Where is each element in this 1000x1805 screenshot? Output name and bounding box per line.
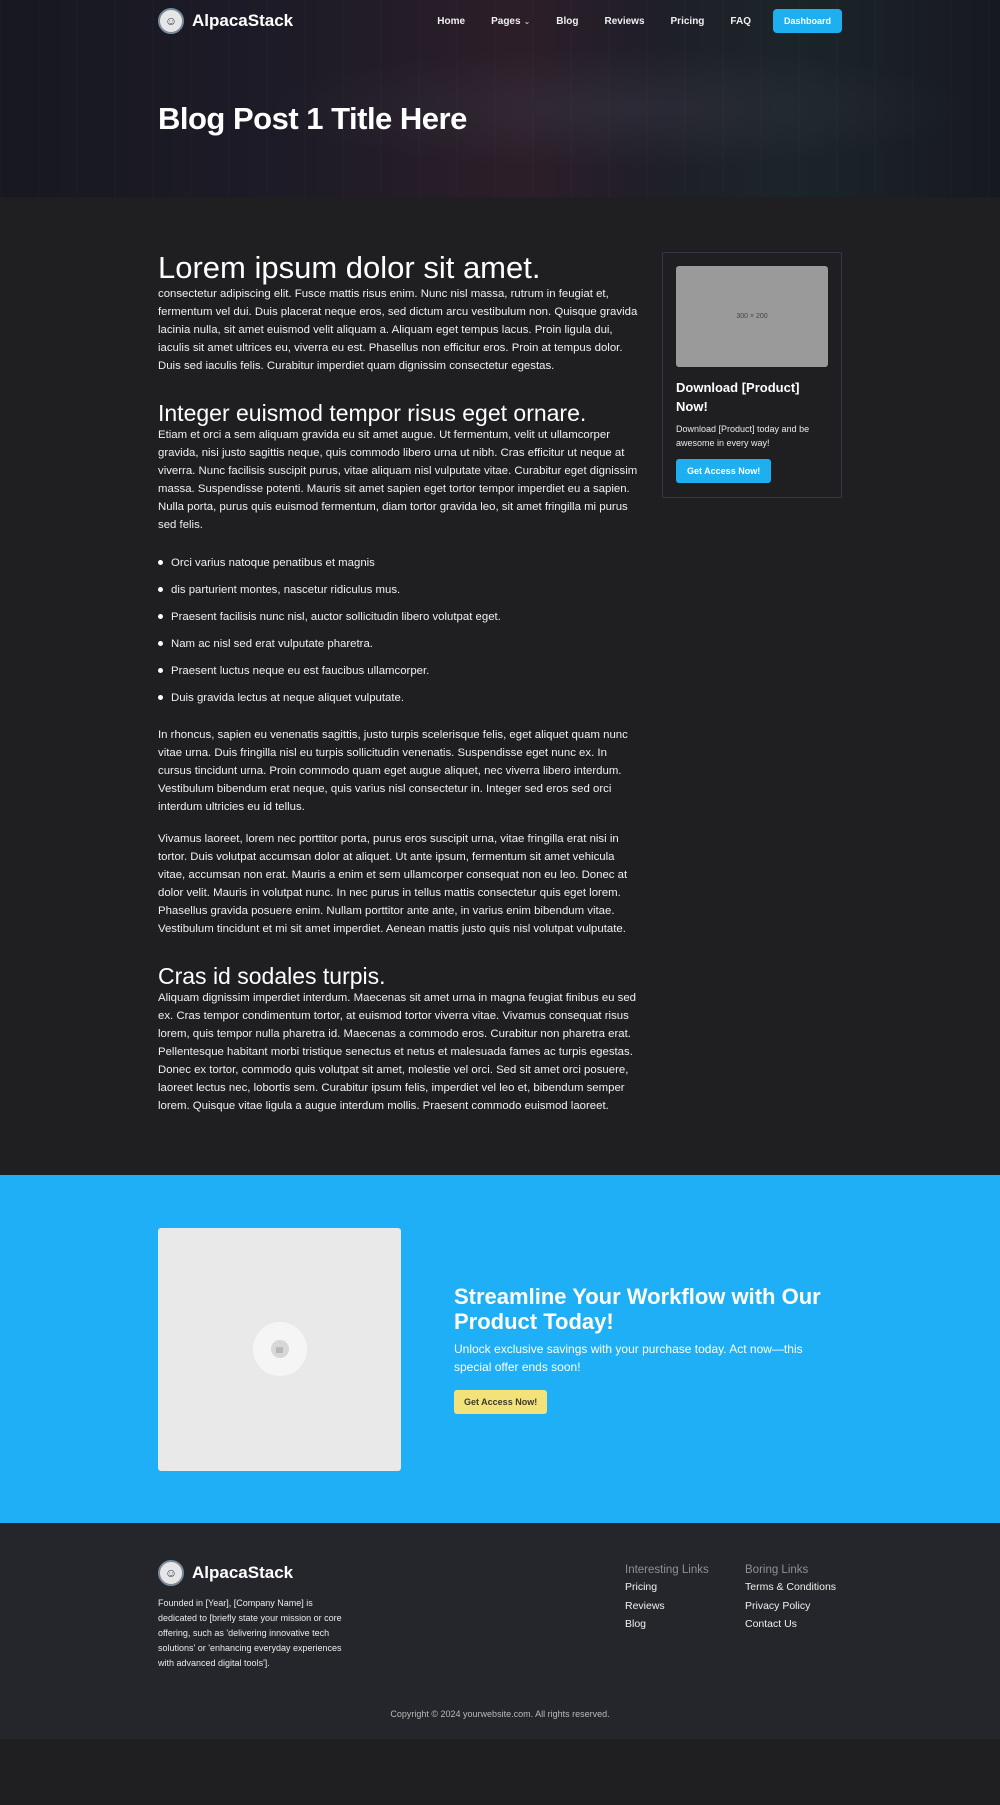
- promo-get-access-button[interactable]: Get Access Now!: [676, 459, 772, 483]
- brand-logo-link[interactable]: ☺ AlpacaStack: [158, 8, 293, 34]
- list-item: Duis gravida lectus at neque aliquet vul…: [158, 689, 640, 716]
- image-icon: ▤: [270, 1340, 289, 1359]
- list-item: Nam ac nisl sed erat vulputate pharetra.: [158, 635, 640, 662]
- footer-link-terms[interactable]: Terms & Conditions: [745, 1581, 842, 1595]
- nav-link-blog[interactable]: Blog: [543, 16, 591, 27]
- article-body: Lorem ipsum dolor sit amet. consectetur …: [158, 250, 640, 1115]
- footer-brand-name: AlpacaStack: [192, 1563, 294, 1583]
- nav-links: Home Pages ⌄ Blog Reviews Pricing FAQ Da…: [424, 9, 842, 33]
- article-paragraph: Etiam et orci a sem aliquam gravida eu s…: [158, 428, 638, 531]
- footer-column-interesting: Interesting Links Pricing Reviews Blog: [625, 1560, 718, 1671]
- cta-get-access-button[interactable]: Get Access Now!: [454, 1390, 548, 1415]
- nav-link-home[interactable]: Home: [424, 16, 478, 27]
- nav-link-faq[interactable]: FAQ: [717, 16, 764, 27]
- article-paragraph: Vivamus laoreet, lorem nec porttitor por…: [158, 832, 628, 935]
- footer: ☺ AlpacaStack Founded in [Year], [Compan…: [0, 1523, 1000, 1740]
- footer-description: Founded in [Year], [Company Name] is ded…: [158, 1598, 342, 1669]
- article-heading-1: Lorem ipsum dolor sit amet.: [158, 250, 541, 285]
- nav-link-pages-label: Pages: [491, 15, 521, 27]
- page-title: Blog Post 1 Title Here: [158, 101, 467, 136]
- footer-logo-link[interactable]: ☺ AlpacaStack: [158, 1560, 348, 1587]
- article-bullet-list: Orci varius natoque penatibus et magnis …: [158, 554, 640, 716]
- cta-text: Unlock exclusive savings with your purch…: [454, 1342, 803, 1375]
- promo-image-placeholder: 300 × 200: [676, 266, 828, 367]
- list-item: Praesent luctus neque eu est faucibus ul…: [158, 662, 640, 689]
- brand-name: AlpacaStack: [192, 11, 294, 30]
- footer-link-columns: Interesting Links Pricing Reviews Blog B…: [625, 1560, 842, 1671]
- chevron-down-icon: ⌄: [523, 16, 531, 26]
- cta-body: Streamline Your Workflow with Our Produc…: [454, 1284, 834, 1415]
- promo-description: Download [Product] today and be awesome …: [676, 424, 810, 448]
- cta-section: ▤ Streamline Your Workflow with Our Prod…: [0, 1175, 1000, 1524]
- nav-link-pages[interactable]: Pages ⌄: [478, 16, 543, 27]
- article-paragraph: consectetur adipiscing elit. Fusce matti…: [158, 287, 638, 372]
- list-item: Orci varius natoque penatibus et magnis: [158, 554, 640, 581]
- promo-image-label: 300 × 200: [736, 313, 768, 320]
- cta-image-placeholder: ▤: [158, 1227, 401, 1471]
- article-paragraph: In rhoncus, sapien eu venenatis sagittis…: [158, 728, 628, 813]
- list-item: Praesent facilisis nunc nisl, auctor sol…: [158, 608, 640, 635]
- list-item: dis parturient montes, nascetur ridiculu…: [158, 581, 640, 608]
- sidebar: 300 × 200 Download [Product] Now! Downlo…: [662, 252, 842, 1115]
- footer-link-pricing[interactable]: Pricing: [625, 1581, 718, 1595]
- footer-brand: ☺ AlpacaStack Founded in [Year], [Compan…: [158, 1560, 348, 1671]
- blog-content: Lorem ipsum dolor sit amet. consectetur …: [0, 197, 1000, 1175]
- article-heading-3: Cras id sodales turpis.: [158, 962, 386, 989]
- copyright-text: Copyright © 2024 yourwebsite.com. All ri…: [390, 1709, 610, 1720]
- dashboard-button[interactable]: Dashboard: [772, 9, 842, 33]
- footer-link-blog[interactable]: Blog: [625, 1618, 718, 1632]
- alpaca-logo-icon: ☺: [158, 1560, 184, 1587]
- footer-link-contact[interactable]: Contact Us: [745, 1618, 842, 1632]
- top-navigation: ☺ AlpacaStack Home Pages ⌄ Blog Reviews …: [0, 0, 1000, 42]
- footer-link-reviews[interactable]: Reviews: [625, 1600, 718, 1614]
- footer-column-boring: Boring Links Terms & Conditions Privacy …: [745, 1560, 842, 1671]
- product-promo-card: 300 × 200 Download [Product] Now! Downlo…: [662, 252, 842, 498]
- nav-link-reviews[interactable]: Reviews: [591, 16, 657, 27]
- image-placeholder-ring: ▤: [252, 1322, 307, 1377]
- promo-title: Download [Product] Now!: [676, 380, 800, 414]
- footer-column-heading: Interesting Links: [625, 1564, 709, 1577]
- footer-column-heading: Boring Links: [745, 1564, 809, 1577]
- alpaca-logo-icon: ☺: [158, 8, 184, 34]
- cta-title: Streamline Your Workflow with Our Produc…: [454, 1284, 821, 1335]
- article-paragraph: Aliquam dignissim imperdiet interdum. Ma…: [158, 992, 637, 1113]
- nav-link-pricing[interactable]: Pricing: [658, 16, 718, 27]
- footer-link-privacy[interactable]: Privacy Policy: [745, 1600, 842, 1614]
- article-heading-2: Integer euismod tempor risus eget ornare…: [158, 399, 587, 426]
